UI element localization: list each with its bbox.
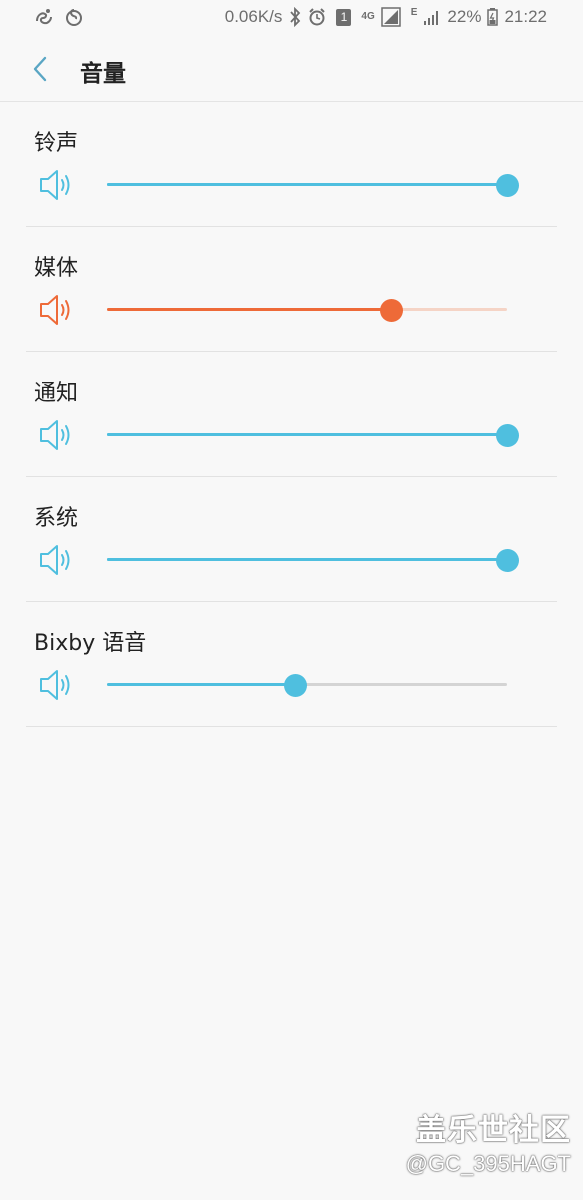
volume-label: 通知 [34,381,79,406]
uc-browser-icon [36,9,52,25]
status-left-icons [34,7,84,27]
slider-thumb[interactable] [380,299,403,322]
signal-icon [424,11,439,25]
volume-label: Bixby 语音 [34,631,147,656]
page-title: 音量 [80,61,126,87]
volume-item-media: 媒体 [26,227,557,352]
volume-item-bixby-voice: Bixby 语音 [26,602,557,727]
status-right-icons: 0.06K/s 1 4G E 22% 21:22 [225,7,547,27]
net-speed: 0.06K/s [224,7,283,26]
battery-percent: 22% [447,7,482,26]
back-button[interactable] [24,51,56,87]
slider-fill [107,183,507,186]
volume-item-system: 系统 [26,477,557,602]
volume-item-ringtone: 铃声 [26,102,557,227]
slider-fill [107,558,507,561]
slider-fill [107,433,507,436]
sim-icon: 1 [336,8,352,26]
slider-thumb[interactable] [496,424,519,447]
signal-icon [381,7,401,27]
slider-fill [107,308,391,311]
watermark-title: 盖乐世社区 [416,1113,571,1148]
speaker-icon[interactable] [39,418,75,452]
slider-thumb[interactable] [496,549,519,572]
volume-slider[interactable] [107,174,519,197]
speaker-icon[interactable] [39,543,75,577]
watermark-handle: @GC_395HAGT [405,1151,571,1176]
clock: 21:22 [504,7,547,26]
volume-slider[interactable] [107,299,507,322]
edge-label: E [410,7,418,18]
netease-music-icon [66,9,82,26]
watermark: 盖乐世社区 @GC_395HAGT [406,1112,571,1178]
volume-label: 媒体 [34,256,79,281]
volume-item-notification: 通知 [26,352,557,477]
battery-icon [487,8,499,26]
app-bar: 音量 [0,36,583,102]
volume-slider[interactable] [107,674,507,697]
alarm-icon [309,8,326,26]
bluetooth-icon [290,7,301,27]
volume-slider[interactable] [107,424,519,447]
speaker-icon[interactable] [39,668,75,702]
speaker-icon[interactable] [39,293,75,327]
slider-fill [107,683,295,686]
volume-list: 铃声 媒体 通知 系统 Bixby 语音 [0,102,583,727]
volume-label: 系统 [34,506,79,531]
speaker-icon[interactable] [39,168,75,202]
volume-slider[interactable] [107,549,519,572]
status-bar: 0.06K/s 1 4G E 22% 21:22 [0,0,583,36]
chevron-left-icon [33,56,47,82]
volume-label: 铃声 [34,131,79,156]
network-type: 4G [361,11,375,22]
slider-thumb[interactable] [496,174,519,197]
slider-thumb[interactable] [284,674,307,697]
